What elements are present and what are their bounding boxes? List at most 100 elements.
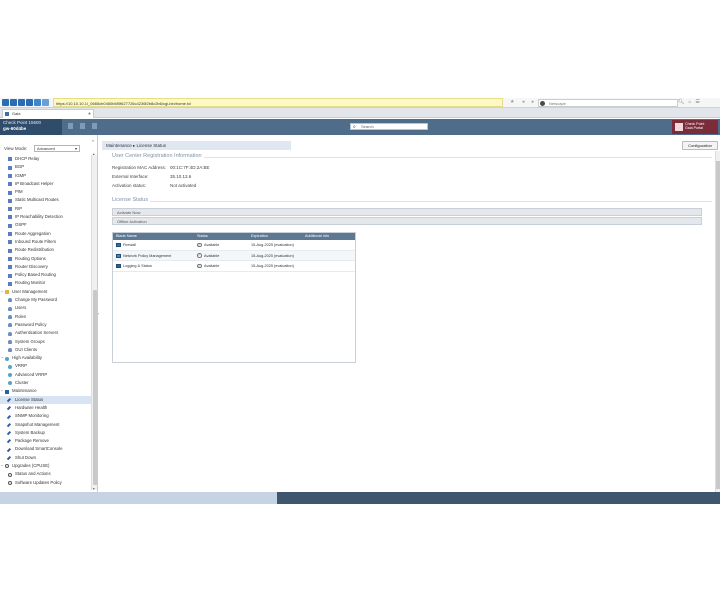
column-header[interactable]: Blade Name	[116, 233, 137, 240]
terminal-icon[interactable]	[80, 123, 85, 129]
column-header[interactable]: Expiration	[251, 233, 268, 240]
offline-activation-button[interactable]: Offline Activation	[112, 217, 702, 225]
browser-extra-icons[interactable]: 🔍︎⌂☰	[678, 98, 704, 107]
page-icon	[42, 99, 49, 106]
route-icon	[8, 265, 12, 270]
sidebar-item[interactable]: Advanced VRRP	[0, 371, 91, 379]
sidebar-item[interactable]: Roles	[0, 313, 91, 321]
home-icon[interactable]	[26, 99, 33, 106]
url-field[interactable]: https://10.10.10.1/_0665cb0460b6f0f62772…	[53, 98, 503, 107]
app-search-input[interactable]: ⌕ Search	[350, 123, 428, 130]
view-mode-select[interactable]: Advanced ▾	[34, 145, 80, 152]
browser-search-placeholder: Netscape	[549, 101, 566, 106]
sidebar-item[interactable]: Password Policy	[0, 321, 91, 329]
route-icon	[8, 223, 12, 228]
table-row[interactable]: Network Policy Management ✓ Available 15…	[113, 250, 355, 261]
sidebar-item[interactable]: Routing Monitor	[0, 279, 91, 287]
column-header[interactable]: Status	[197, 233, 208, 240]
search-engine-icon	[540, 101, 545, 106]
reload-icon[interactable]	[18, 99, 25, 106]
sidebar-item[interactable]: Router Discovery	[0, 263, 91, 271]
browser-search-field[interactable]: Netscape	[538, 99, 678, 107]
sidebar-item[interactable]: Static Multicast Routes	[0, 196, 91, 204]
sidebar-item[interactable]: Route Redistribution	[0, 246, 91, 254]
route-icon	[8, 215, 12, 220]
checkpoint-logo-icon	[675, 123, 683, 131]
sidebar-item[interactable]: Download SmartConsole	[0, 445, 91, 453]
sidebar-item[interactable]: VRRP	[0, 362, 91, 370]
table-row[interactable]: Logging & Status ✓ Available 15-Aug-2025…	[113, 261, 355, 272]
sidebar-item[interactable]: OSPF	[0, 221, 91, 229]
sidebar-item[interactable]: Package Remove	[0, 437, 91, 445]
circle-icon	[8, 472, 12, 477]
tree-expander-icon[interactable]: −	[1, 462, 3, 470]
sidebar-item[interactable]: − Maintenance	[0, 387, 91, 395]
tree-expander-icon[interactable]: −	[1, 387, 3, 395]
support-portal-link[interactable]: Check Point Gaia Portal	[672, 120, 718, 134]
sidebar-item[interactable]: − Upgrades (CPUSE)	[0, 462, 91, 470]
sidebar-item[interactable]: System Backup	[0, 429, 91, 437]
sidebar-item[interactable]: License Status	[0, 395, 91, 404]
wrench-icon	[6, 422, 11, 427]
sidebar-item[interactable]: Snapshot Management	[0, 421, 91, 429]
sidebar-item[interactable]: − High Availability	[0, 354, 91, 362]
status-bar	[0, 492, 720, 504]
route-icon	[8, 190, 12, 195]
sidebar-scrollbar[interactable]: ▲ ▼	[91, 152, 97, 491]
scroll-down-icon[interactable]: ▼	[92, 487, 95, 491]
close-tab-icon[interactable]: ●	[88, 110, 91, 118]
configuration-button[interactable]: Configuration	[682, 141, 718, 150]
blade-status: Available	[204, 253, 220, 258]
sidebar-item[interactable]: Authentication Servers	[0, 329, 91, 337]
sidebar-item[interactable]: GUI Clients	[0, 346, 91, 354]
sidebar-item[interactable]: − User Management	[0, 288, 91, 296]
tab-favicon-icon	[5, 112, 9, 116]
sidebar-item-label: VRRP	[15, 363, 27, 369]
sidebar-item[interactable]: Inbound Route Filters	[0, 238, 91, 246]
sidebar-item-label: Software Updates Policy	[15, 479, 62, 485]
stop-icon[interactable]	[34, 99, 41, 106]
sidebar-item[interactable]: BGP	[0, 163, 91, 171]
sidebar-item[interactable]: Users	[0, 304, 91, 312]
scroll-up-icon[interactable]: ▲	[92, 152, 95, 156]
sidebar-item[interactable]: Routing Options	[0, 255, 91, 263]
main-scroll-thumb[interactable]	[716, 161, 720, 489]
main-scrollbar[interactable]	[715, 151, 720, 492]
sidebar-item[interactable]: IP Reachability Detection	[0, 213, 91, 221]
sidebar-item[interactable]: Shut Down	[0, 454, 91, 462]
sidebar-item[interactable]: IP Broadcast Helper	[0, 180, 91, 188]
sidebar-item[interactable]: DHCP Relay	[0, 155, 91, 163]
sidebar-item-label: IGMP	[15, 172, 26, 178]
table-row[interactable]: Firewall ✓ Available 15-Aug-2025 (evalua…	[113, 240, 355, 251]
lock-icon[interactable]	[92, 123, 97, 129]
sidebar-item-label: GUI Clients	[15, 346, 37, 352]
browser-tab[interactable]: Gaia ●	[2, 109, 94, 118]
collapse-sidebar-icon[interactable]: «	[92, 138, 94, 143]
column-header[interactable]: Additional Info	[305, 233, 329, 240]
network-policy-blade-icon	[116, 253, 121, 258]
route-icon	[8, 281, 12, 286]
back-icon[interactable]	[2, 99, 9, 106]
sidebar-item[interactable]: RIP	[0, 205, 91, 213]
sidebar-item[interactable]: Hardware Health	[0, 404, 91, 412]
activate-now-button[interactable]: Activate Now	[112, 208, 702, 216]
history-arrows-icon[interactable]: ★ ◂ ▸	[510, 99, 537, 105]
sidebar-item-label: PIM	[15, 189, 23, 195]
user-icon	[8, 331, 12, 336]
tree-expander-icon[interactable]: −	[1, 354, 3, 362]
tree-expander-icon[interactable]: −	[1, 288, 3, 296]
edit-icon[interactable]	[68, 123, 73, 129]
sidebar-item[interactable]: System Groups	[0, 338, 91, 346]
forward-icon[interactable]	[10, 99, 17, 106]
sidebar-item[interactable]: Software Updates Policy	[0, 479, 91, 487]
sidebar-item[interactable]: PIM	[0, 188, 91, 196]
sidebar-item[interactable]: IGMP	[0, 172, 91, 180]
sidebar-item[interactable]: Status and Actions	[0, 470, 91, 478]
sidebar-item[interactable]: SNMP Monitoring	[0, 412, 91, 420]
sidebar-item[interactable]: Cluster	[0, 379, 91, 387]
sidebar-scroll-thumb[interactable]	[93, 290, 97, 485]
splitter-handle-icon[interactable]: ‹	[98, 311, 99, 316]
sidebar-item[interactable]: Policy Based Routing	[0, 271, 91, 279]
sidebar-item[interactable]: Route Aggregation	[0, 230, 91, 238]
sidebar-item[interactable]: Change My Password	[0, 296, 91, 304]
